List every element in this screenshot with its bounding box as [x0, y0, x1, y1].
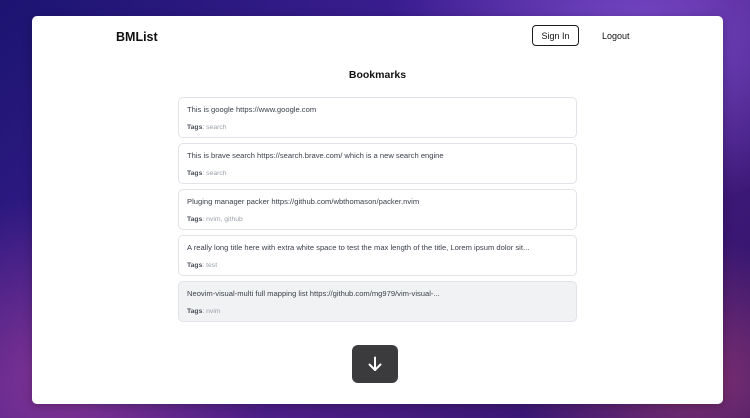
bookmark-tags: Tags: search: [187, 170, 227, 177]
tags-label: Tags: [187, 262, 203, 269]
sign-in-button[interactable]: Sign In: [532, 25, 579, 46]
bookmark-card[interactable]: A really long title here with extra whit…: [178, 235, 577, 276]
bookmark-tags: Tags: search: [187, 124, 227, 131]
bookmark-title[interactable]: A really long title here with extra whit…: [187, 243, 568, 252]
tags-value: nvim, github: [206, 216, 243, 223]
tags-label: Tags: [187, 124, 203, 131]
bookmark-title[interactable]: Pluging manager packer https://github.co…: [187, 197, 568, 206]
bookmark-card[interactable]: This is google https://www.google.com Ta…: [178, 97, 577, 138]
bookmark-card[interactable]: Pluging manager packer https://github.co…: [178, 189, 577, 230]
tags-value: nvim: [206, 308, 221, 315]
bookmark-card-hovered[interactable]: Neovim-visual-multi full mapping list ht…: [178, 281, 577, 322]
scroll-down-button[interactable]: [352, 345, 398, 383]
bookmark-card[interactable]: This is brave search https://search.brav…: [178, 143, 577, 184]
tags-value: search: [206, 170, 227, 177]
bookmark-tags: Tags: test: [187, 262, 218, 269]
bookmark-title[interactable]: Neovim-visual-multi full mapping list ht…: [187, 289, 568, 298]
tags-value: search: [206, 124, 227, 131]
logout-link[interactable]: Logout: [602, 31, 630, 41]
bookmark-title[interactable]: This is brave search https://search.brav…: [187, 151, 568, 160]
tags-label: Tags: [187, 170, 203, 177]
tags-label: Tags: [187, 308, 203, 315]
bookmark-list: This is google https://www.google.com Ta…: [178, 97, 577, 327]
tags-label: Tags: [187, 216, 203, 223]
app-window: BMList Sign In Logout Bookmarks This is …: [32, 16, 723, 404]
arrow-down-icon: [368, 356, 382, 371]
tags-value: test: [206, 262, 218, 269]
bookmark-tags: Tags: nvim: [187, 308, 221, 315]
bookmark-tags: Tags: nvim, github: [187, 216, 243, 223]
bookmark-title[interactable]: This is google https://www.google.com: [187, 105, 568, 114]
page-title: Bookmarks: [348, 69, 407, 81]
brand-logo[interactable]: BMList: [116, 30, 158, 44]
